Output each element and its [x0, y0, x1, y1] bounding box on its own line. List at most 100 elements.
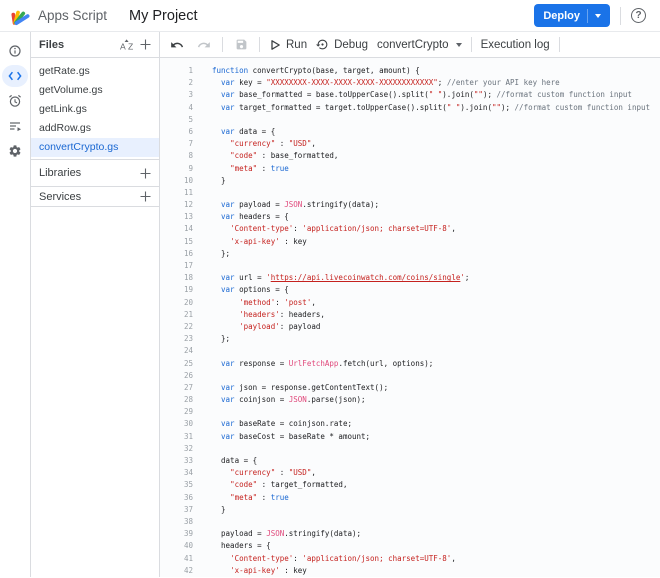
line-number: 29	[160, 406, 193, 418]
execution-log-button[interactable]: Execution log	[481, 39, 550, 51]
code-line[interactable]: 35 "code" : target_formatted,	[160, 479, 660, 491]
code-line[interactable]: 24	[160, 345, 660, 357]
line-number: 41	[160, 553, 193, 565]
line-number: 10	[160, 175, 193, 187]
code-line[interactable]: 29	[160, 406, 660, 418]
undo-button[interactable]	[168, 36, 186, 54]
line-number: 21	[160, 309, 193, 321]
function-selector[interactable]: convertCrypto	[377, 39, 462, 51]
nav-executions[interactable]	[2, 115, 28, 137]
line-number: 28	[160, 394, 193, 406]
save-button[interactable]	[232, 36, 250, 54]
code-line[interactable]: 25 var response = UrlFetchApp.fetch(url,…	[160, 358, 660, 370]
code-line[interactable]: 31 var baseCost = baseRate * amount;	[160, 431, 660, 443]
code-line[interactable]: 8 "code" : base_formatted,	[160, 150, 660, 162]
code-line[interactable]: 14 'Content-type': 'application/json; ch…	[160, 223, 660, 235]
line-number: 39	[160, 528, 193, 540]
sort-files-button[interactable]: A Z	[118, 36, 136, 54]
editor-pane: Run Debug convertCrypto Execution log 1f…	[160, 32, 660, 577]
code-line[interactable]: 19 var options = {	[160, 284, 660, 296]
code-line[interactable]: 17	[160, 260, 660, 272]
add-service-button[interactable]	[136, 188, 154, 206]
code-line[interactable]: 7 "currency" : "USD",	[160, 138, 660, 150]
line-number: 23	[160, 333, 193, 345]
code-line[interactable]: 30 var baseRate = coinjson.rate;	[160, 418, 660, 430]
code-line-text: var data = {	[193, 126, 275, 138]
code-line[interactable]: 4 var target_formatted = target.toUpperC…	[160, 102, 660, 114]
add-file-button[interactable]	[136, 36, 154, 54]
line-number: 33	[160, 455, 193, 467]
file-item-addRow.gs[interactable]: addRow.gs	[31, 119, 159, 138]
code-line[interactable]: 13 var headers = {	[160, 211, 660, 223]
sort-az-icon: A Z	[120, 39, 135, 51]
file-item-getLink.gs[interactable]: getLink.gs	[31, 100, 159, 119]
files-panel-header: Files A Z	[31, 32, 159, 58]
save-icon	[235, 38, 248, 51]
line-number: 18	[160, 272, 193, 284]
project-title[interactable]: My Project	[129, 8, 198, 24]
code-line[interactable]: 16 };	[160, 248, 660, 260]
code-line[interactable]: 9 "meta" : true	[160, 163, 660, 175]
code-line[interactable]: 34 "currency" : "USD",	[160, 467, 660, 479]
debug-button-label: Debug	[334, 39, 368, 51]
code-line[interactable]: 12 var payload = JSON.stringify(data);	[160, 199, 660, 211]
file-item-getRate.gs[interactable]: getRate.gs	[31, 62, 159, 81]
code-line[interactable]: 21 'headers': headers,	[160, 309, 660, 321]
code-line[interactable]: 1function convertCrypto(base, target, am…	[160, 65, 660, 77]
code-line[interactable]: 32	[160, 443, 660, 455]
deploy-button[interactable]: Deploy	[534, 4, 610, 27]
code-line[interactable]: 40 headers = {	[160, 540, 660, 552]
code-line-text: "meta" : true	[193, 492, 289, 504]
code-line-text: var baseCost = baseRate * amount;	[193, 431, 370, 443]
code-line[interactable]: 26	[160, 370, 660, 382]
redo-button[interactable]	[195, 36, 213, 54]
help-icon[interactable]: ?	[631, 8, 646, 23]
play-icon	[269, 39, 281, 51]
code-line[interactable]: 33 data = {	[160, 455, 660, 467]
code-line[interactable]: 2 var key = "XXXXXXXX-XXXX-XXXX-XXXX-XXX…	[160, 77, 660, 89]
file-item-convertCrypto.gs[interactable]: convertCrypto.gs	[31, 138, 159, 157]
code-line[interactable]: 36 "meta" : true	[160, 492, 660, 504]
code-editor[interactable]: 1function convertCrypto(base, target, am…	[160, 58, 660, 577]
code-line[interactable]: 11	[160, 187, 660, 199]
line-number: 42	[160, 565, 193, 577]
code-line[interactable]: 37 }	[160, 504, 660, 516]
line-number: 19	[160, 284, 193, 296]
code-line[interactable]: 22 'payload': payload	[160, 321, 660, 333]
code-line-text	[193, 187, 212, 199]
code-line[interactable]: 23 };	[160, 333, 660, 345]
code-line[interactable]: 5	[160, 114, 660, 126]
nav-editor[interactable]	[2, 65, 28, 87]
file-item-getVolume.gs[interactable]: getVolume.gs	[31, 81, 159, 100]
code-line[interactable]: 15 'x-api-key' : key	[160, 236, 660, 248]
line-number: 1	[160, 65, 193, 77]
line-number: 9	[160, 163, 193, 175]
debug-icon	[316, 38, 329, 51]
debug-button[interactable]: Debug	[316, 38, 368, 51]
code-line[interactable]: 3 var base_formatted = base.toUpperCase(…	[160, 89, 660, 101]
code-line-text: 'Content-type': 'application/json; chars…	[193, 223, 456, 235]
line-number: 26	[160, 370, 193, 382]
nav-triggers[interactable]	[2, 90, 28, 112]
code-line[interactable]: 42 'x-api-key' : key	[160, 565, 660, 577]
code-line[interactable]: 28 var coinjson = JSON.parse(json);	[160, 394, 660, 406]
apps-script-logo[interactable]: Apps Script	[10, 5, 107, 26]
code-line-text: "code" : target_formatted,	[193, 479, 347, 491]
code-line[interactable]: 27 var json = response.getContentText();	[160, 382, 660, 394]
code-line[interactable]: 6 var data = {	[160, 126, 660, 138]
files-panel: Files A Z getRate.gsgetVolume.gsgetLink.…	[31, 32, 160, 577]
line-number: 32	[160, 443, 193, 455]
add-library-button[interactable]	[136, 164, 154, 182]
code-line[interactable]: 41 'Content-type': 'application/json; ch…	[160, 553, 660, 565]
run-button[interactable]: Run	[269, 39, 307, 51]
code-line-text	[193, 345, 212, 357]
code-line[interactable]: 39 payload = JSON.stringify(data);	[160, 528, 660, 540]
code-line[interactable]: 20 'method': 'post',	[160, 297, 660, 309]
code-line[interactable]: 18 var url = 'https://api.livecoinwatch.…	[160, 272, 660, 284]
code-line[interactable]: 10 }	[160, 175, 660, 187]
code-line[interactable]: 38	[160, 516, 660, 528]
nav-overview[interactable]	[2, 40, 28, 62]
apps-script-logo-icon	[10, 5, 32, 26]
line-number: 11	[160, 187, 193, 199]
nav-settings[interactable]	[2, 140, 28, 162]
